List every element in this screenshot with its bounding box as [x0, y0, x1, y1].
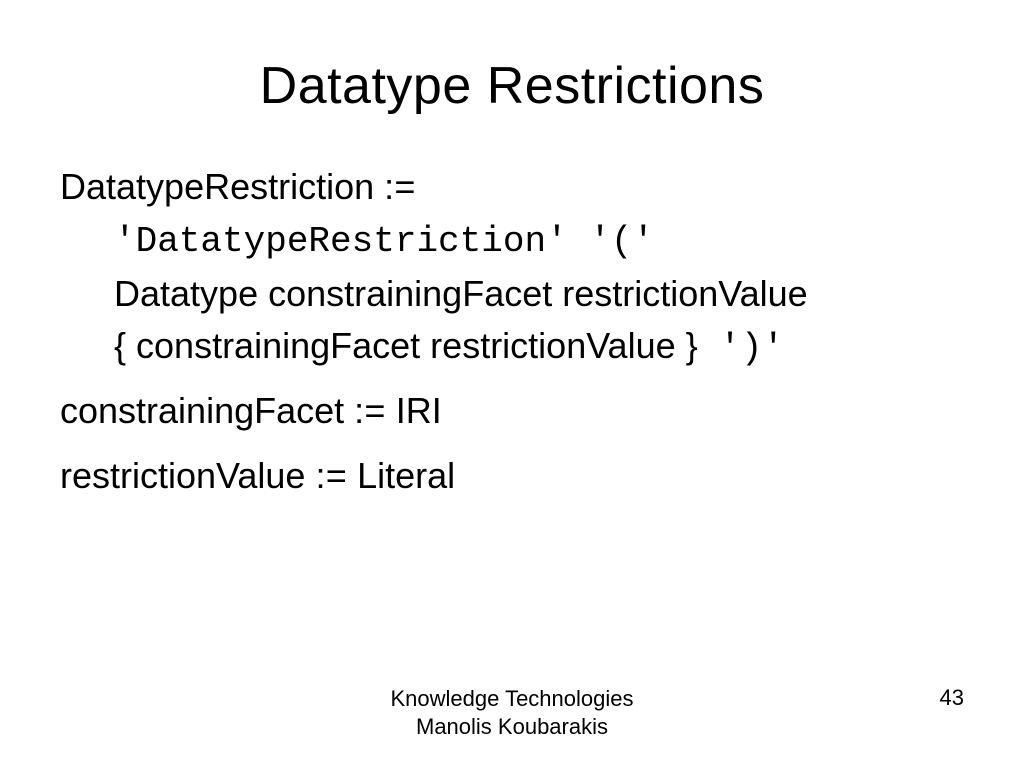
text: IRI: [386, 390, 442, 431]
slide-content: DatatypeRestriction := 'DatatypeRestrict…: [0, 116, 1024, 502]
text: restrictionValue :: [60, 455, 325, 496]
grammar-line-6: restrictionValue := Literal: [60, 453, 964, 502]
spacer: [60, 443, 964, 453]
mono-text: =: [325, 458, 347, 499]
text: DatatypeRestriction :: [60, 166, 394, 207]
text: { constrainingFacet restrictionValue }: [114, 325, 698, 366]
footer-line-1: Knowledge Technologies: [0, 685, 1024, 713]
slide-title: Datatype Restrictions: [0, 0, 1024, 116]
spacer: [60, 378, 964, 388]
slide: Datatype Restrictions DatatypeRestrictio…: [0, 0, 1024, 768]
grammar-line-2: 'DatatypeRestriction' '(': [60, 219, 964, 265]
grammar-line-4: { constrainingFacet restrictionValue } '…: [60, 323, 964, 372]
mono-text: ')': [698, 328, 784, 369]
text: constrainingFacet :: [60, 390, 364, 431]
mono-text: =: [394, 169, 416, 210]
footer-line-2: Manolis Koubarakis: [0, 713, 1024, 741]
grammar-line-3: Datatype constrainingFacet restrictionVa…: [60, 271, 964, 317]
mono-text: =: [364, 393, 386, 434]
page-number: 43: [940, 685, 964, 711]
grammar-line-1: DatatypeRestriction :=: [60, 164, 964, 213]
text: Literal: [347, 455, 455, 496]
grammar-line-5: constrainingFacet := IRI: [60, 388, 964, 437]
slide-footer: Knowledge Technologies Manolis Koubaraki…: [0, 685, 1024, 740]
